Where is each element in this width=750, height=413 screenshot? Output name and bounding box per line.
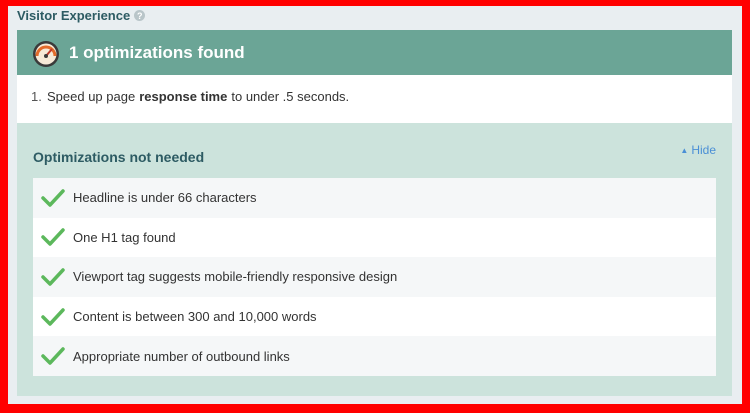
hide-link[interactable]: ▲ Hide (680, 143, 716, 157)
optimization-text-after: to under .5 seconds. (231, 89, 350, 104)
check-icon (41, 307, 65, 326)
check-text: One H1 tag found (73, 229, 176, 245)
check-row: Content is between 300 and 10,000 words (33, 296, 716, 337)
optimization-item: 1. Speed up page response time to under … (31, 89, 732, 104)
check-icon (41, 268, 65, 286)
gauge-icon (31, 38, 61, 68)
check-row: Headline is under 66 characters (33, 178, 716, 218)
check-row: One H1 tag found (33, 217, 716, 258)
optimization-number: 1. (31, 89, 42, 104)
checks-list: Headline is under 66 characters One H1 t… (33, 178, 716, 376)
section-title: Visitor Experience ? (17, 8, 146, 23)
check-text: Appropriate number of outbound links (73, 348, 290, 364)
not-needed-title: Optimizations not needed (33, 149, 205, 165)
check-row: Viewport tag suggests mobile-friendly re… (33, 257, 716, 297)
help-icon[interactable]: ? (134, 10, 146, 21)
optimizations-card: 1 optimizations found 1. Speed up page r… (17, 30, 732, 396)
not-needed-panel: Optimizations not needed ▲ Hide Headline… (17, 123, 732, 396)
check-text: Viewport tag suggests mobile-friendly re… (73, 269, 398, 285)
optimization-text-bold: response time (139, 89, 228, 104)
check-text: Headline is under 66 characters (73, 190, 257, 206)
caret-up-icon: ▲ (680, 145, 689, 155)
visitor-experience-panel: Visitor Experience ? 1 optimizations fou… (8, 6, 742, 404)
optimization-list: 1. Speed up page response time to under … (17, 75, 732, 122)
optimization-text-before: Speed up page (47, 89, 136, 104)
check-icon (41, 189, 65, 207)
section-title-text: Visitor Experience (17, 8, 131, 23)
card-header-title: 1 optimizations found (69, 42, 245, 62)
check-row: Appropriate number of outbound links (33, 336, 716, 376)
card-header: 1 optimizations found (17, 30, 732, 75)
check-icon (41, 228, 65, 247)
check-icon (41, 347, 65, 365)
hide-label: Hide (691, 143, 716, 157)
check-text: Content is between 300 and 10,000 words (73, 309, 317, 325)
